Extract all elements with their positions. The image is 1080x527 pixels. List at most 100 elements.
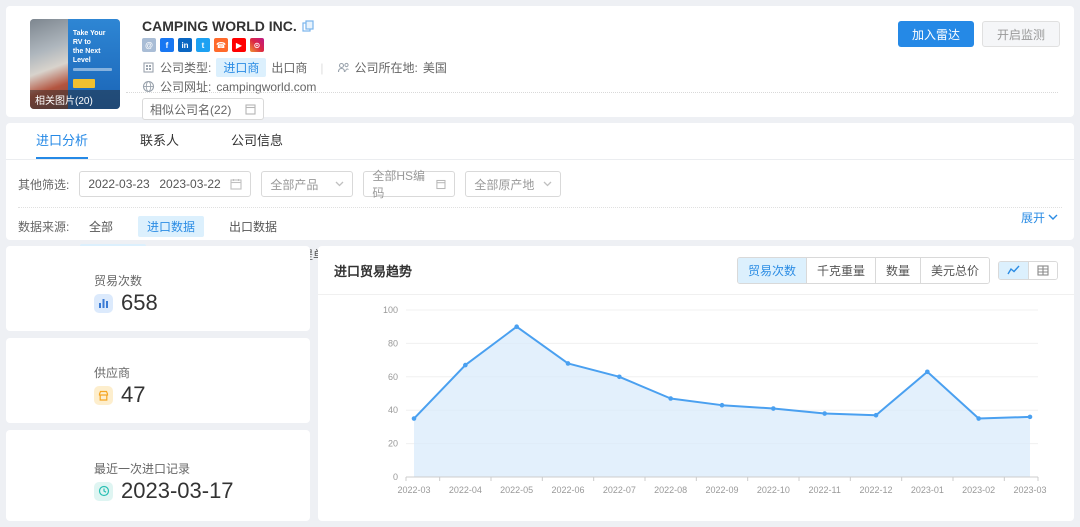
source-import-data[interactable]: 进口数据 bbox=[138, 216, 204, 237]
date-start: 2022-03-23 bbox=[88, 177, 149, 191]
thumbnail-cta bbox=[73, 79, 95, 88]
date-range-picker[interactable]: 2022-03-23 2023-03-22 bbox=[79, 171, 251, 197]
svg-text:60: 60 bbox=[388, 372, 398, 382]
tab-company-info[interactable]: 公司信息 bbox=[231, 123, 283, 159]
twitter-icon[interactable]: t bbox=[196, 38, 210, 52]
metric-kg-weight[interactable]: 千克重量 bbox=[806, 258, 875, 283]
type-tag-exporter[interactable]: 出口商 bbox=[271, 59, 307, 76]
product-select-value: 全部产品 bbox=[270, 176, 318, 193]
stat-card-trade-count: 贸易次数 658 bbox=[6, 246, 310, 331]
expand-label: 展开 bbox=[1021, 209, 1045, 226]
svg-text:0: 0 bbox=[393, 472, 398, 482]
stat-label: 贸易次数 bbox=[94, 272, 142, 289]
svg-text:2023-01: 2023-01 bbox=[911, 485, 944, 495]
svg-text:2022-04: 2022-04 bbox=[449, 485, 482, 495]
location-label: 公司所在地: bbox=[355, 59, 418, 76]
social-icons-row: @ f in t ☎ ▶ ⊙ bbox=[142, 38, 264, 52]
tab-import-analysis[interactable]: 进口分析 bbox=[36, 123, 88, 159]
header-actions: 加入雷达 开启监测 bbox=[898, 21, 1060, 47]
other-filter-label: 其他筛选: bbox=[18, 176, 69, 193]
svg-text:2023-02: 2023-02 bbox=[962, 485, 995, 495]
calendar-icon bbox=[230, 178, 242, 190]
metric-toggle-group: 贸易次数 千克重量 数量 美元总价 bbox=[737, 257, 990, 284]
stat-value: 47 bbox=[121, 382, 145, 408]
stat-label: 供应商 bbox=[94, 364, 130, 381]
tab-contacts[interactable]: 联系人 bbox=[140, 123, 179, 159]
phone-icon[interactable]: ☎ bbox=[214, 38, 228, 52]
svg-text:2023-03: 2023-03 bbox=[1013, 485, 1046, 495]
metric-quantity[interactable]: 数量 bbox=[875, 258, 920, 283]
add-radar-button[interactable]: 加入雷达 bbox=[898, 21, 974, 47]
analysis-panel-card: 进口分析 联系人 公司信息 其他筛选: 2022-03-23 2023-03-2… bbox=[6, 123, 1074, 240]
source-all[interactable]: 全部 bbox=[80, 216, 122, 237]
company-thumbnail[interactable]: Take Your RV to the Next Level 相关图片(20) bbox=[30, 19, 120, 109]
website-icon[interactable]: @ bbox=[142, 38, 156, 52]
expand-link[interactable]: 展开 bbox=[1021, 209, 1058, 226]
svg-text:2022-09: 2022-09 bbox=[705, 485, 738, 495]
window-icon bbox=[436, 179, 446, 190]
svg-text:2022-08: 2022-08 bbox=[654, 485, 687, 495]
company-name: CAMPING WORLD INC. bbox=[142, 18, 297, 34]
linkedin-icon[interactable]: in bbox=[178, 38, 192, 52]
company-type-row: 公司类型: 进口商 出口商 | 公司所在地: 美国 bbox=[142, 58, 447, 77]
company-header-card: Take Your RV to the Next Level 相关图片(20) … bbox=[6, 6, 1074, 117]
metric-usd-total[interactable]: 美元总价 bbox=[920, 258, 989, 283]
svg-text:80: 80 bbox=[388, 338, 398, 348]
company-type-label: 公司类型: bbox=[160, 59, 211, 76]
product-select[interactable]: 全部产品 bbox=[261, 171, 353, 197]
stat-value-row: 658 bbox=[94, 290, 158, 316]
separator: | bbox=[320, 61, 323, 75]
svg-text:2022-07: 2022-07 bbox=[603, 485, 636, 495]
stat-value-row: 47 bbox=[94, 382, 145, 408]
window-icon bbox=[245, 104, 256, 115]
svg-text:2022-05: 2022-05 bbox=[500, 485, 533, 495]
svg-text:2022-06: 2022-06 bbox=[551, 485, 584, 495]
svg-text:2022-10: 2022-10 bbox=[757, 485, 790, 495]
date-end: 2023-03-22 bbox=[159, 177, 220, 191]
svg-text:100: 100 bbox=[383, 305, 398, 315]
filter-row: 其他筛选: 2022-03-23 2023-03-22 全部产品 全部HS编码 bbox=[6, 160, 1074, 197]
trend-chart-svg[interactable]: 0 20 40 60 80 100 2022-03 2022-04 2022-05 2022-06… bbox=[334, 296, 1058, 511]
svg-text:20: 20 bbox=[388, 439, 398, 449]
data-source-label: 数据来源: bbox=[18, 218, 80, 235]
svg-text:2022-11: 2022-11 bbox=[808, 485, 840, 495]
monitor-button[interactable]: 开启监测 bbox=[982, 21, 1060, 47]
data-source-row-1: 数据来源: 全部 进口数据 出口数据 bbox=[18, 216, 1074, 237]
building-icon bbox=[142, 61, 155, 74]
stat-label: 最近一次进口记录 bbox=[94, 460, 190, 477]
thumbnail-subline bbox=[73, 68, 112, 71]
youtube-icon[interactable]: ▶ bbox=[232, 38, 246, 52]
related-images-label[interactable]: 相关图片(20) bbox=[30, 90, 120, 109]
stat-card-last-import: 最近一次进口记录 2023-03-17 bbox=[6, 430, 310, 521]
chevron-down-icon bbox=[1048, 214, 1058, 221]
source-export-data[interactable]: 出口数据 bbox=[220, 216, 286, 237]
similar-company-label: 相似公司名(22) bbox=[150, 101, 231, 118]
stat-card-suppliers: 供应商 47 bbox=[6, 338, 310, 423]
instagram-icon[interactable]: ⊙ bbox=[250, 38, 264, 52]
clock-icon bbox=[94, 482, 113, 501]
stat-value: 658 bbox=[121, 290, 158, 316]
tabs-row: 进口分析 联系人 公司信息 bbox=[6, 123, 1074, 160]
svg-text:2022-03: 2022-03 bbox=[397, 485, 430, 495]
svg-text:40: 40 bbox=[388, 405, 398, 415]
thumbnail-text: Take Your RV to bbox=[73, 29, 116, 47]
table-view-icon[interactable] bbox=[1028, 262, 1057, 279]
chart-controls: 贸易次数 千克重量 数量 美元总价 bbox=[737, 257, 1058, 284]
bar-chart-icon bbox=[94, 294, 113, 313]
similar-company-select[interactable]: 相似公司名(22) bbox=[142, 98, 264, 120]
thumbnail-text: the Next Level bbox=[73, 47, 116, 65]
company-name-row: CAMPING WORLD INC. bbox=[142, 18, 314, 34]
trend-chart-card: 进口贸易趋势 贸易次数 千克重量 数量 美元总价 bbox=[318, 246, 1074, 521]
copy-icon[interactable] bbox=[302, 20, 314, 32]
type-tag-importer[interactable]: 进口商 bbox=[216, 58, 266, 77]
people-icon bbox=[337, 61, 350, 74]
metric-trade-count[interactable]: 贸易次数 bbox=[738, 258, 806, 283]
dotted-divider bbox=[126, 92, 1058, 93]
origin-select[interactable]: 全部原产地 bbox=[465, 171, 561, 197]
divider bbox=[318, 294, 1074, 295]
shop-icon bbox=[94, 386, 113, 405]
facebook-icon[interactable]: f bbox=[160, 38, 174, 52]
chart-title: 进口贸易趋势 bbox=[334, 261, 412, 280]
line-chart-view-icon[interactable] bbox=[999, 262, 1028, 279]
hs-code-select[interactable]: 全部HS编码 bbox=[363, 171, 455, 197]
